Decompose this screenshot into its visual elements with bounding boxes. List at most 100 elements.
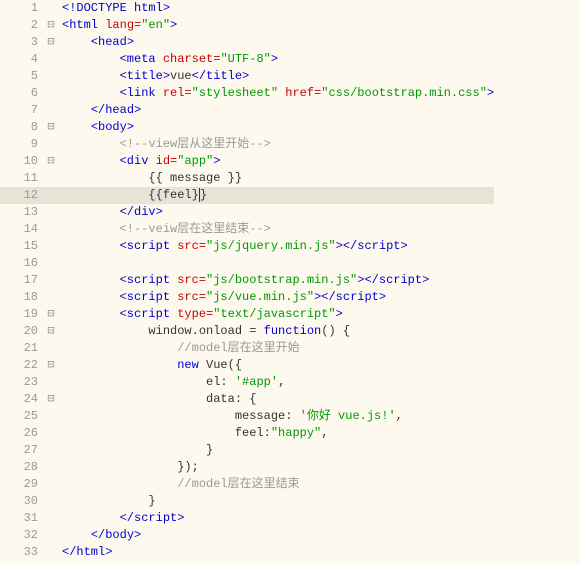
code-content[interactable] [58,255,62,272]
code-line[interactable]: 21 //model层在这里开始 [0,340,494,357]
code-content[interactable]: <!--veiw层在这里结束--> [58,221,271,238]
code-content[interactable]: <meta charset="UTF-8"> [58,51,278,68]
code-editor[interactable]: 1<!DOCTYPE html>2⊟<html lang="en">3⊟ <he… [0,0,580,561]
line-number: 17 [0,272,44,289]
code-line[interactable]: 3⊟ <head> [0,34,494,51]
line-number: 15 [0,238,44,255]
code-content[interactable]: <title>vue</title> [58,68,249,85]
code-content[interactable]: </html> [58,544,112,561]
code-content[interactable]: <script src="js/bootstrap.min.js"></scri… [58,272,429,289]
code-content[interactable]: <link rel="stylesheet" href="css/bootstr… [58,85,494,102]
code-content[interactable]: el: '#app', [58,374,285,391]
code-content[interactable]: window.onload = function() { [58,323,350,340]
code-content[interactable]: <script src="js/jquery.min.js"></script> [58,238,408,255]
code-content[interactable]: message: '你好 vue.js!', [58,408,403,425]
code-line[interactable]: 2⊟<html lang="en"> [0,17,494,34]
code-line[interactable]: 33</html> [0,544,494,561]
fold-marker [44,204,58,221]
fold-marker [44,136,58,153]
code-line[interactable]: 5 <title>vue</title> [0,68,494,85]
fold-marker [44,51,58,68]
code-content[interactable]: </div> [58,204,163,221]
code-line[interactable]: 17 <script src="js/bootstrap.min.js"></s… [0,272,494,289]
code-line[interactable]: 8⊟ <body> [0,119,494,136]
code-content[interactable]: <body> [58,119,134,136]
code-content[interactable]: {{feel}} [58,187,207,204]
fold-marker[interactable]: ⊟ [44,391,58,408]
code-content[interactable]: </head> [58,102,141,119]
code-content[interactable]: //model层在这里开始 [58,340,300,357]
code-content[interactable]: <div id="app"> [58,153,220,170]
code-line[interactable]: 20⊟ window.onload = function() { [0,323,494,340]
code-line[interactable]: 7 </head> [0,102,494,119]
fold-marker[interactable]: ⊟ [44,119,58,136]
fold-marker [44,221,58,238]
code-content[interactable]: <html lang="en"> [58,17,177,34]
fold-marker[interactable]: ⊟ [44,306,58,323]
code-line[interactable]: 10⊟ <div id="app"> [0,153,494,170]
code-content[interactable]: } [58,442,213,459]
code-line[interactable]: 19⊟ <script type="text/javascript"> [0,306,494,323]
code-line[interactable]: 18 <script src="js/vue.min.js"></script> [0,289,494,306]
code-content[interactable]: <head> [58,34,134,51]
code-line[interactable]: 6 <link rel="stylesheet" href="css/boots… [0,85,494,102]
line-number: 25 [0,408,44,425]
line-number: 27 [0,442,44,459]
line-number: 16 [0,255,44,272]
line-number: 18 [0,289,44,306]
code-line[interactable]: 4 <meta charset="UTF-8"> [0,51,494,68]
code-content[interactable]: } [58,493,156,510]
fold-marker [44,510,58,527]
line-number: 11 [0,170,44,187]
code-line[interactable]: 15 <script src="js/jquery.min.js"></scri… [0,238,494,255]
code-line[interactable]: 30 } [0,493,494,510]
fold-marker [44,187,58,204]
code-line[interactable]: 26 feel:"happy", [0,425,494,442]
code-content[interactable]: <!DOCTYPE html> [58,0,170,17]
fold-marker [44,374,58,391]
code-line[interactable]: 24⊟ data: { [0,391,494,408]
line-number: 20 [0,323,44,340]
fold-marker [44,493,58,510]
code-content[interactable]: <script src="js/vue.min.js"></script> [58,289,386,306]
fold-marker [44,527,58,544]
line-number: 19 [0,306,44,323]
line-number: 28 [0,459,44,476]
fold-marker[interactable]: ⊟ [44,323,58,340]
code-content[interactable]: <!--view层从这里开始--> [58,136,271,153]
code-line[interactable]: 9 <!--view层从这里开始--> [0,136,494,153]
line-number: 26 [0,425,44,442]
code-line[interactable]: 23 el: '#app', [0,374,494,391]
code-line[interactable]: 14 <!--veiw层在这里结束--> [0,221,494,238]
code-line[interactable]: 29 //model层在这里结束 [0,476,494,493]
code-line[interactable]: 28 }); [0,459,494,476]
code-line[interactable]: 32 </body> [0,527,494,544]
code-content[interactable]: </body> [58,527,141,544]
code-line[interactable]: 31 </script> [0,510,494,527]
code-content[interactable]: }); [58,459,199,476]
code-content[interactable]: //model层在这里结束 [58,476,300,493]
code-content[interactable]: <script type="text/javascript"> [58,306,343,323]
line-number: 8 [0,119,44,136]
code-content[interactable]: </script> [58,510,184,527]
line-number: 10 [0,153,44,170]
code-line[interactable]: 13 </div> [0,204,494,221]
fold-marker [44,0,58,17]
code-line[interactable]: 12 {{feel}} [0,187,494,204]
code-line[interactable]: 11 {{ message }} [0,170,494,187]
code-content[interactable]: feel:"happy", [58,425,328,442]
code-line[interactable]: 16 [0,255,494,272]
code-line[interactable]: 27 } [0,442,494,459]
code-content[interactable]: {{ message }} [58,170,242,187]
fold-marker [44,459,58,476]
fold-marker[interactable]: ⊟ [44,17,58,34]
code-line[interactable]: 25 message: '你好 vue.js!', [0,408,494,425]
fold-marker[interactable]: ⊟ [44,34,58,51]
fold-marker[interactable]: ⊟ [44,357,58,374]
code-line[interactable]: 1<!DOCTYPE html> [0,0,494,17]
code-line[interactable]: 22⊟ new Vue({ [0,357,494,374]
code-content[interactable]: data: { [58,391,256,408]
fold-marker [44,289,58,306]
fold-marker[interactable]: ⊟ [44,153,58,170]
code-content[interactable]: new Vue({ [58,357,242,374]
